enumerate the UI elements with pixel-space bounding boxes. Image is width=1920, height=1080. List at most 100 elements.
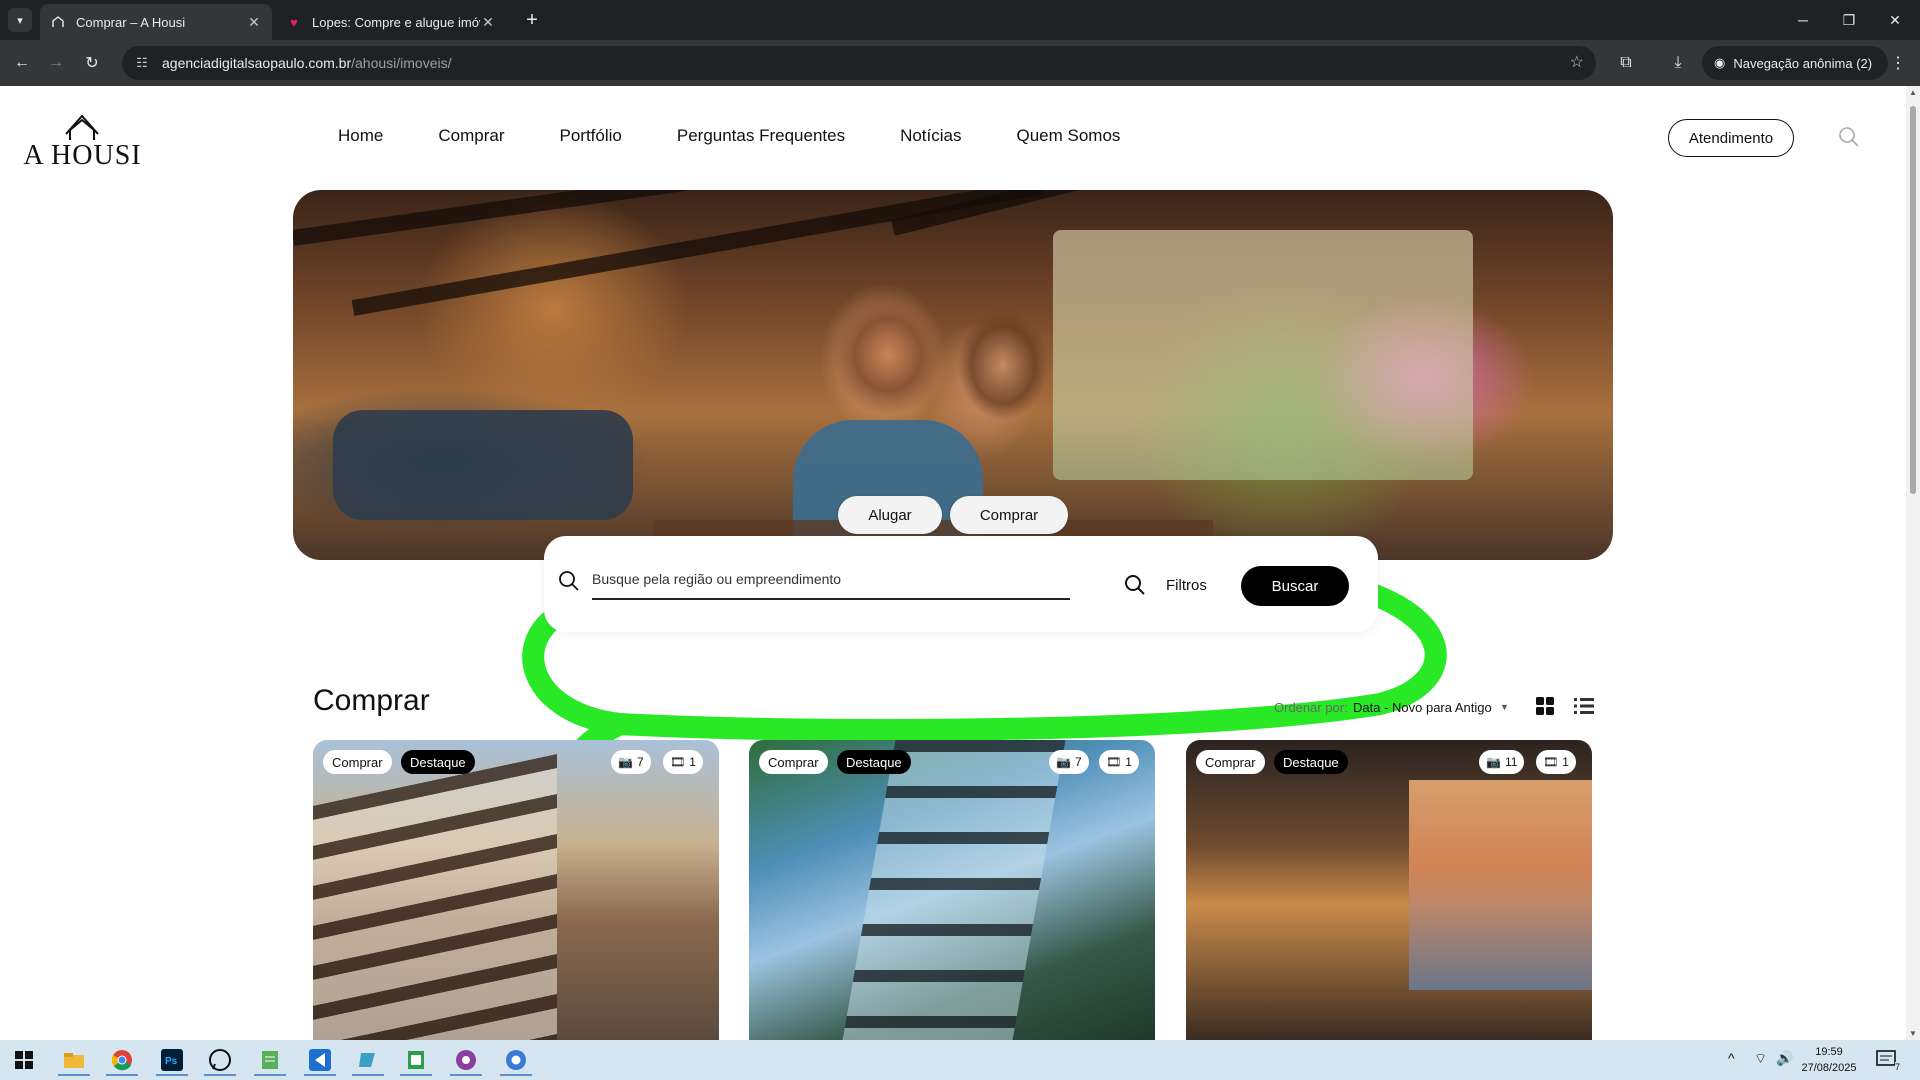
svg-text:Ps: Ps [165, 1056, 178, 1067]
address-bar[interactable]: ☷ agenciadigitalsaopaulo.com.br/ahousi/i… [122, 46, 1596, 80]
whatsapp-icon[interactable] [204, 1046, 236, 1076]
incognito-icon: ◉ [1714, 55, 1726, 70]
bookmark-star-icon[interactable]: ☆ [1570, 52, 1584, 72]
rent-toggle[interactable]: Alugar [838, 496, 942, 534]
atendimento-button[interactable]: Atendimento [1668, 119, 1794, 157]
restore-button[interactable]: ❐ [1826, 0, 1872, 40]
search-submit-button[interactable]: Buscar [1241, 566, 1349, 606]
nav-quem-somos[interactable]: Quem Somos [1017, 126, 1121, 146]
video-count: 🎞 1 [663, 750, 703, 774]
film-icon: 🎞 [1543, 755, 1559, 769]
film-icon: 🎞 [670, 755, 686, 769]
browser-menu-icon[interactable]: ⋮ [1886, 51, 1910, 75]
tab-search-button[interactable]: ▾ [8, 8, 32, 32]
photoshop-icon[interactable]: Ps [156, 1046, 188, 1076]
app-icon[interactable] [450, 1046, 482, 1076]
page-scrollbar[interactable]: ▲ ▼ [1906, 86, 1920, 1040]
file-explorer-icon[interactable] [58, 1046, 90, 1076]
close-window-button[interactable]: ✕ [1872, 0, 1918, 40]
filter-search-icon[interactable] [1124, 574, 1146, 596]
tab-title: Lopes: Compre e alugue imóve [312, 14, 480, 30]
nav-noticias[interactable]: Notícias [900, 126, 961, 146]
tab-lopes[interactable]: ♥ Lopes: Compre e alugue imóve ✕ [276, 4, 506, 40]
chrome-icon[interactable] [500, 1046, 532, 1076]
notification-center-icon[interactable]: 7 [1876, 1050, 1900, 1072]
nav-portfolio[interactable]: Portfólio [559, 126, 621, 146]
network-icon[interactable]: ⌔ [1754, 1050, 1767, 1068]
system-clock[interactable]: 19:59 27/08/2025 [1794, 1044, 1864, 1076]
logo-text: A HOUSI [23, 140, 142, 171]
clock-date: 27/08/2025 [1801, 1062, 1857, 1074]
app-icon[interactable] [352, 1046, 384, 1076]
scrollbar-thumb[interactable] [1910, 106, 1916, 494]
search-icon [559, 571, 579, 591]
film-icon: 🎞 [1106, 755, 1122, 769]
incognito-indicator[interactable]: ◉ Navegação anônima (2) [1702, 46, 1888, 80]
site-logo[interactable]: A HOUSI [20, 106, 145, 172]
tab-title: Comprar – A Housi [76, 14, 186, 30]
tray-chevron-icon[interactable]: ^ [1728, 1050, 1735, 1066]
grid-view-icon[interactable] [1536, 697, 1554, 715]
search-box: Filtros Buscar [544, 536, 1378, 632]
nav-comprar[interactable]: Comprar [438, 126, 504, 146]
chevron-down-icon[interactable]: ▼ [1500, 702, 1509, 712]
nav-home[interactable]: Home [338, 126, 383, 146]
camera-icon: 📷 [1486, 755, 1501, 769]
volume-icon[interactable]: 🔊 [1776, 1050, 1793, 1067]
clock-time: 19:59 [1815, 1046, 1843, 1058]
search-icon[interactable] [1838, 126, 1860, 148]
windows-taskbar: Ps ^ ⌔ 🔊 19:59 27/08/2025 7 [0, 1040, 1920, 1080]
scroll-down-icon[interactable]: ▼ [1908, 1029, 1918, 1038]
notification-count: 7 [1894, 1062, 1900, 1072]
list-view-icon[interactable] [1574, 697, 1594, 715]
reload-button[interactable]: ↻ [80, 51, 104, 75]
photo-count: 📷 7 [1049, 750, 1089, 774]
forward-button[interactable]: → [44, 51, 68, 75]
notepad-icon[interactable] [254, 1046, 286, 1076]
video-count: 🎞 1 [1536, 750, 1576, 774]
minimize-button[interactable]: ─ [1780, 0, 1826, 40]
featured-badge: Destaque [1274, 750, 1348, 774]
camera-icon: 📷 [618, 755, 633, 769]
search-input[interactable] [592, 560, 1070, 600]
housi-logo-icon [50, 14, 66, 30]
back-button[interactable]: ← [10, 51, 34, 75]
tab-comprar[interactable]: Comprar – A Housi ✕ [40, 4, 272, 40]
extensions-icon[interactable]: ⧉ [1614, 51, 1638, 75]
photo-count: 📷 11 [1479, 750, 1525, 774]
browser-toolbar: ← → ↻ ☷ agenciadigitalsaopaulo.com.br/ah… [0, 40, 1920, 86]
site-info-icon[interactable]: ☷ [132, 53, 152, 73]
main-nav: Home Comprar Portfólio Perguntas Frequen… [338, 126, 1175, 146]
tag-badge: Comprar [1196, 750, 1265, 774]
property-card[interactable]: Comprar Destaque 📷 11 🎞 1 [1186, 740, 1592, 1040]
featured-badge: Destaque [837, 750, 911, 774]
video-count: 🎞 1 [1099, 750, 1139, 774]
property-card[interactable]: Comprar Destaque 📷 7 🎞 1 [749, 740, 1155, 1040]
vscode-icon[interactable] [304, 1046, 336, 1076]
scroll-up-icon[interactable]: ▲ [1908, 88, 1918, 97]
url-text[interactable]: agenciadigitalsaopaulo.com.br/ahousi/imo… [162, 55, 452, 71]
close-icon[interactable]: ✕ [246, 14, 262, 30]
chrome-icon[interactable] [106, 1046, 138, 1076]
sort-label: Ordenar por: [1274, 700, 1348, 715]
tag-badge: Comprar [759, 750, 828, 774]
incognito-label: Navegação anônima (2) [1733, 55, 1873, 71]
filters-button[interactable]: Filtros [1166, 577, 1207, 594]
close-icon[interactable]: ✕ [480, 14, 496, 30]
sheet-icon[interactable] [400, 1046, 432, 1076]
browser-tab-strip: ▾ Comprar – A Housi ✕ ♥ Lopes: Compre e … [0, 0, 1920, 40]
web-page: A HOUSI Home Comprar Portfólio Perguntas… [0, 86, 1906, 1040]
nav-faq[interactable]: Perguntas Frequentes [677, 126, 845, 146]
windows-start-icon[interactable] [8, 1046, 40, 1076]
new-tab-button[interactable]: + [520, 8, 544, 32]
tag-badge: Comprar [323, 750, 392, 774]
heart-icon: ♥ [290, 14, 298, 30]
download-icon[interactable]: ⤓ [1666, 51, 1690, 75]
photo-count: 📷 7 [611, 750, 651, 774]
section-title: Comprar [313, 684, 430, 717]
featured-badge: Destaque [401, 750, 475, 774]
property-card[interactable]: Comprar Destaque 📷 7 🎞 1 [313, 740, 719, 1040]
camera-icon: 📷 [1056, 755, 1071, 769]
sort-select[interactable]: Data - Novo para Antigo [1353, 700, 1492, 715]
buy-toggle[interactable]: Comprar [950, 496, 1068, 534]
